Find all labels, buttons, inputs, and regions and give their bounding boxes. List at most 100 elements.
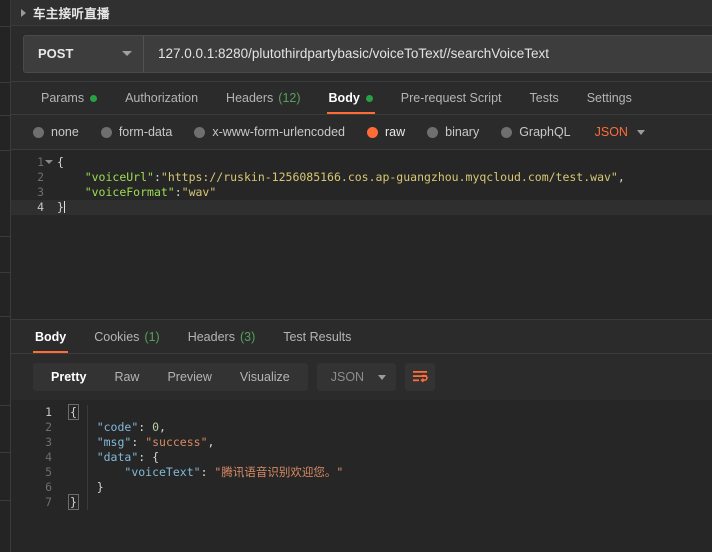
- code-line: "voiceUrl":"https://ruskin-1256085166.co…: [51, 170, 712, 185]
- gutter-line: 1: [45, 405, 52, 419]
- code-token-string: "https://ruskin-1256085166.cos.ap-guangz…: [160, 170, 618, 184]
- gutter-line: 3: [37, 185, 44, 199]
- gutter-line: 2: [45, 420, 52, 434]
- code-token-colon: :: [200, 465, 215, 479]
- response-format-label: JSON: [330, 370, 365, 384]
- tab-body[interactable]: Body: [315, 82, 387, 114]
- view-mode-pretty[interactable]: Pretty: [37, 363, 100, 391]
- response-tab-test-results[interactable]: Test Results: [269, 320, 365, 353]
- code-line: "voiceFormat":"wav": [51, 185, 712, 200]
- view-mode-raw[interactable]: Raw: [100, 363, 153, 391]
- code-line: {: [51, 155, 712, 170]
- breadcrumb[interactable]: 车主接听直播: [11, 0, 712, 26]
- code-token-comma: ,: [617, 170, 625, 184]
- tab-tests-label: Tests: [529, 91, 559, 105]
- response-tab-body-label: Body: [35, 329, 67, 344]
- body-type-none[interactable]: none: [33, 125, 79, 139]
- code-line: }: [59, 494, 712, 510]
- body-type-raw[interactable]: raw: [367, 125, 405, 139]
- tab-params[interactable]: Params: [27, 82, 111, 114]
- code-line: "voiceText": "腾讯语音识别欢迎您。": [59, 465, 712, 480]
- word-wrap-icon: [413, 371, 428, 383]
- code-line: {: [59, 404, 712, 420]
- raw-format-label: JSON: [594, 125, 628, 139]
- tab-settings-label: Settings: [586, 91, 632, 105]
- gutter-line: 2: [37, 170, 44, 184]
- green-dot-icon: [365, 94, 373, 102]
- code-token-colon: :: [131, 435, 146, 449]
- request-body-editor[interactable]: 1 2 3 4 { "voiceUrl":"https://ruskin-125…: [11, 150, 712, 319]
- main-content: 车主接听直播 POST 127.0.0.1:8280/plutothirdpar…: [11, 0, 712, 552]
- left-rail: [0, 0, 11, 552]
- response-tab-cookies[interactable]: Cookies (1): [80, 320, 173, 353]
- request-tabs: Params Authorization Headers (12) Body P…: [11, 82, 712, 115]
- breadcrumb-title: 车主接听直播: [33, 7, 110, 21]
- code-line: "data": {: [59, 450, 712, 465]
- code-line: }: [59, 480, 712, 495]
- response-tab-headers[interactable]: Headers (3): [174, 320, 270, 353]
- radio-icon: [194, 126, 206, 138]
- response-code-area[interactable]: { "code": 0, "msg": "success", "data": {…: [59, 400, 712, 552]
- radio-icon: [501, 126, 513, 138]
- tab-tests[interactable]: Tests: [516, 82, 573, 114]
- tab-headers[interactable]: Headers (12): [212, 82, 314, 114]
- code-line: }: [51, 200, 712, 215]
- chevron-down-icon: [122, 51, 132, 56]
- request-url-bar: POST 127.0.0.1:8280/plutothirdpartybasic…: [11, 26, 712, 82]
- code-token-brace: {: [68, 404, 79, 420]
- url-input[interactable]: 127.0.0.1:8280/plutothirdpartybasic/voic…: [144, 35, 712, 72]
- body-type-form-data[interactable]: form-data: [100, 125, 172, 139]
- gutter-line: 5: [45, 465, 52, 479]
- raw-format-select[interactable]: JSON: [595, 125, 645, 139]
- response-body-editor[interactable]: 1 2 3 4 5 6 7 { "code": 0, "msg": "succe…: [11, 400, 712, 552]
- body-type-urlencoded-label: x-www-form-urlencoded: [212, 125, 345, 139]
- body-type-raw-label: raw: [385, 125, 406, 139]
- tab-params-label: Params: [41, 91, 85, 105]
- response-format-select[interactable]: JSON: [316, 363, 397, 391]
- view-mode-preview[interactable]: Preview: [153, 363, 225, 391]
- tab-authorization[interactable]: Authorization: [111, 82, 212, 114]
- code-token-comma: ,: [159, 420, 166, 434]
- code-line: "code": 0,: [59, 420, 712, 435]
- tab-authorization-label: Authorization: [125, 91, 199, 105]
- http-method-select[interactable]: POST: [24, 35, 144, 72]
- body-type-urlencoded[interactable]: x-www-form-urlencoded: [194, 125, 345, 139]
- gutter-line: 4: [37, 200, 44, 214]
- gutter-line: 3: [45, 435, 52, 449]
- body-type-binary[interactable]: binary: [427, 125, 479, 139]
- code-token-brace: }: [96, 480, 104, 494]
- triangle-right-icon[interactable]: [21, 8, 26, 17]
- gutter-line: 6: [45, 480, 52, 494]
- response-pane: Body Cookies (1) Headers (3) Test Result…: [11, 319, 712, 552]
- body-type-graphql[interactable]: GraphQL: [501, 125, 571, 139]
- tab-pre-request-script[interactable]: Pre-request Script: [387, 82, 516, 114]
- word-wrap-button[interactable]: [405, 363, 436, 391]
- radio-icon: [100, 126, 112, 138]
- body-type-none-label: none: [51, 125, 79, 139]
- body-type-graphql-label: GraphQL: [519, 125, 571, 139]
- tab-pre-request-script-label: Pre-request Script: [400, 91, 502, 105]
- code-token-brace: }: [57, 200, 64, 214]
- request-code-area[interactable]: { "voiceUrl":"https://ruskin-1256085166.…: [51, 150, 712, 319]
- text-cursor: [63, 201, 65, 213]
- response-tab-headers-count: (3): [239, 329, 256, 344]
- response-tab-body[interactable]: Body: [21, 320, 80, 353]
- response-gutter: 1 2 3 4 5 6 7: [11, 400, 59, 552]
- code-token-brace: }: [68, 494, 79, 510]
- code-token-brace: {: [57, 155, 64, 169]
- code-token-number: 0: [152, 420, 160, 434]
- code-token-key: "code": [96, 420, 139, 434]
- response-tab-cookies-label: Cookies: [94, 329, 140, 344]
- tab-headers-count: (12): [278, 91, 301, 105]
- tab-settings[interactable]: Settings: [573, 82, 646, 114]
- code-token-comma: ,: [207, 435, 215, 449]
- code-token-key: "voiceUrl": [84, 170, 154, 184]
- response-tab-test-results-label: Test Results: [283, 329, 352, 344]
- response-view-modes: Pretty Raw Preview Visualize: [33, 363, 308, 391]
- view-mode-visualize[interactable]: Visualize: [226, 363, 304, 391]
- code-token-colon: :: [153, 170, 161, 184]
- code-token-colon: :: [138, 450, 153, 464]
- chevron-down-icon: [636, 129, 645, 135]
- gutter-line: 4: [45, 450, 52, 464]
- code-token-colon: :: [138, 420, 153, 434]
